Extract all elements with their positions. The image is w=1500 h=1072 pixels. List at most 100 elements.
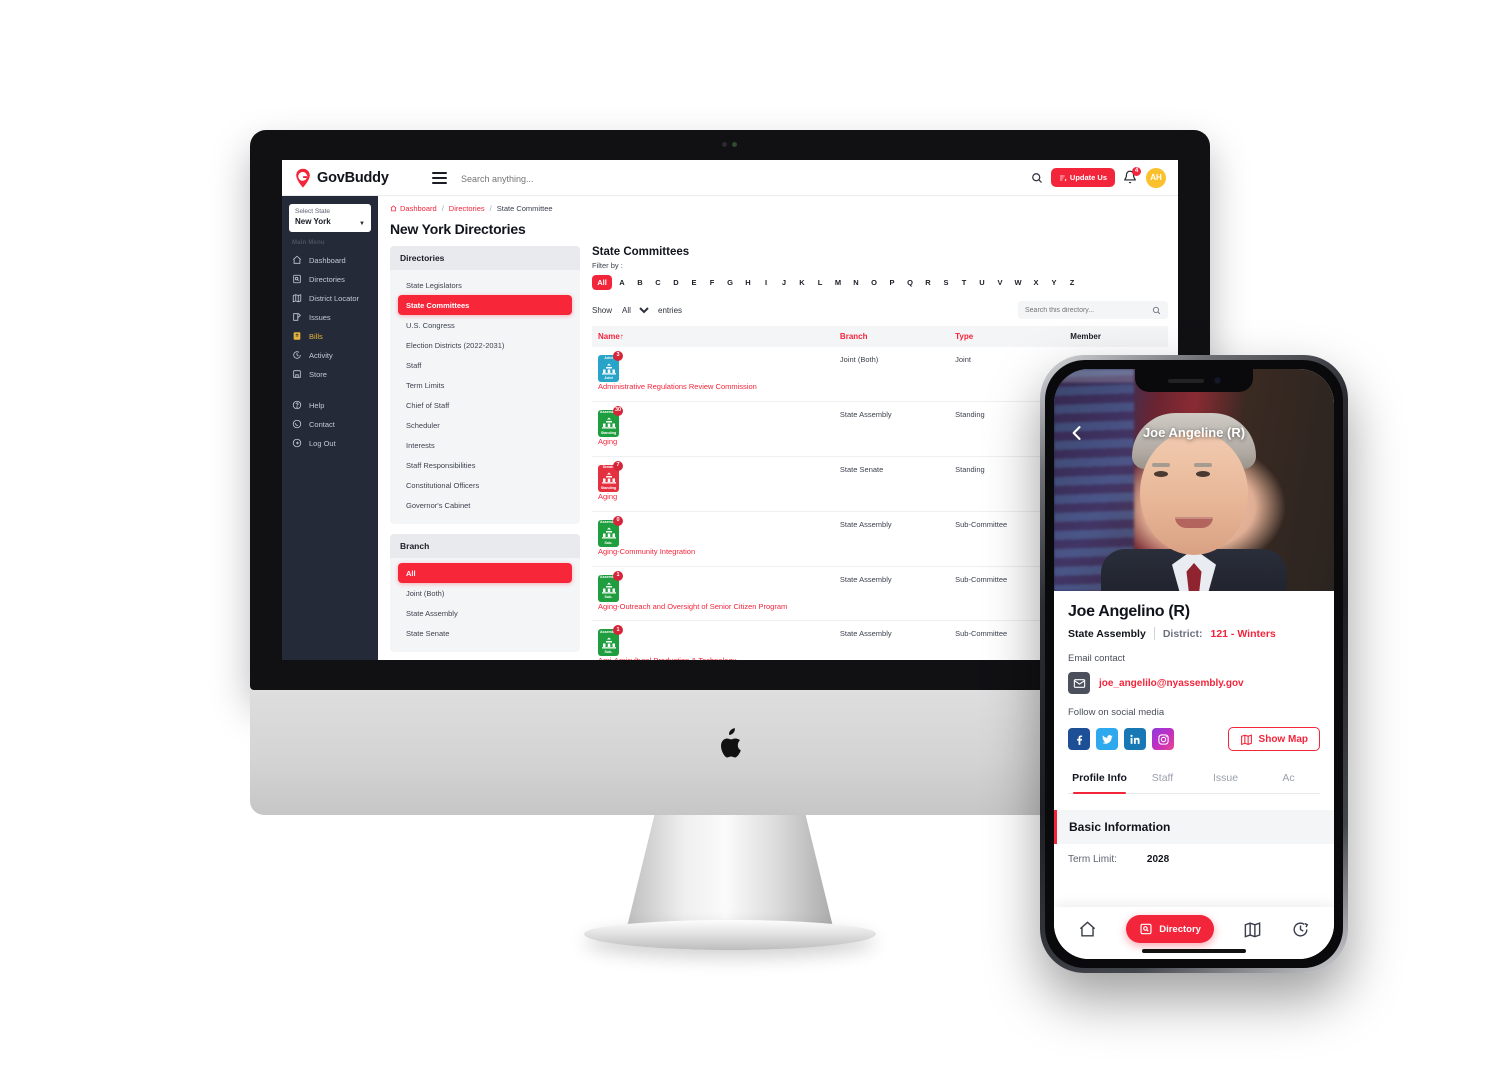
breadcrumb-directories[interactable]: Directories: [449, 204, 485, 213]
directory-option-scheduler[interactable]: Scheduler: [398, 415, 572, 435]
sidebar-item-log-out[interactable]: Log Out: [282, 434, 378, 453]
breadcrumb-dashboard[interactable]: Dashboard: [390, 204, 437, 213]
committee-name-link[interactable]: Administrative Regulations Review Commis…: [598, 382, 757, 391]
alpha-filter-a[interactable]: A: [614, 275, 630, 290]
filter-by-label: Filter by :: [592, 261, 623, 270]
show-entries-control: Show All 10 25 50 100 entrie: [592, 304, 682, 316]
alpha-filter-f[interactable]: F: [704, 275, 720, 290]
column-header-type[interactable]: Type: [949, 326, 1065, 347]
sidebar-item-dashboard[interactable]: Dashboard: [282, 251, 378, 270]
profile-tabs: Profile Info Staff Issue Ac: [1068, 765, 1320, 794]
alpha-filter-j[interactable]: J: [776, 275, 792, 290]
tab-activity[interactable]: Ac: [1257, 765, 1320, 793]
committee-name-link[interactable]: Aging: [598, 437, 617, 446]
tabbar-map-icon[interactable]: [1243, 920, 1262, 939]
branch-option-state-senate[interactable]: State Senate: [398, 623, 572, 643]
global-search[interactable]: [461, 169, 1031, 187]
alpha-filter-l[interactable]: L: [812, 275, 828, 290]
committee-name-link[interactable]: Aging: [598, 492, 617, 501]
avatar[interactable]: AH: [1146, 167, 1166, 188]
state-select-dropdown[interactable]: Select State New York ▼: [289, 204, 371, 232]
instagram-icon[interactable]: [1152, 728, 1174, 750]
directory-option-constitutional-officers[interactable]: Constitutional Officers: [398, 475, 572, 495]
iphone-inner-bezel: Joe Angeline (R) Joe Angelino (R) State …: [1045, 360, 1343, 968]
sidebar-item-district-locator[interactable]: District Locator: [282, 289, 378, 308]
alpha-filter-d[interactable]: D: [668, 275, 684, 290]
column-header-member[interactable]: Member: [1064, 326, 1168, 347]
sidebar-item-bills[interactable]: Bills: [282, 327, 378, 346]
alpha-filter-t[interactable]: T: [956, 275, 972, 290]
brand-logo[interactable]: GovBuddy: [294, 168, 426, 188]
directory-option-us-congress[interactable]: U.S. Congress: [398, 315, 572, 335]
alpha-filter-y[interactable]: Y: [1046, 275, 1062, 290]
alpha-filter-x[interactable]: X: [1028, 275, 1044, 290]
branch-option-state-assembly[interactable]: State Assembly: [398, 603, 572, 623]
alpha-filter-o[interactable]: O: [866, 275, 882, 290]
search-input[interactable]: [461, 173, 1031, 184]
committee-name-link[interactable]: Aging-Community Integration: [598, 547, 695, 556]
alpha-filter-m[interactable]: M: [830, 275, 846, 290]
alpha-filter-g[interactable]: G: [722, 275, 738, 290]
alpha-filter-w[interactable]: W: [1010, 275, 1026, 290]
alpha-filter-all[interactable]: All: [592, 275, 612, 290]
alpha-filter-c[interactable]: C: [650, 275, 666, 290]
search-icon[interactable]: [1031, 172, 1043, 184]
committee-name-link[interactable]: Agri-Agricultural Production & Technolog…: [598, 656, 736, 660]
alpha-filter-r[interactable]: R: [920, 275, 936, 290]
directory-search-input[interactable]: [1025, 306, 1148, 314]
directory-option-staff[interactable]: Staff: [398, 355, 572, 375]
sidebar-item-directories[interactable]: Directories: [282, 270, 378, 289]
alpha-filter-q[interactable]: Q: [902, 275, 918, 290]
notifications-bell-icon[interactable]: 4: [1123, 166, 1141, 186]
alpha-filter-b[interactable]: B: [632, 275, 648, 290]
capitol-glyph-icon: [601, 417, 616, 429]
branch-option-all[interactable]: All: [398, 563, 572, 583]
alpha-filter-k[interactable]: K: [794, 275, 810, 290]
sidebar-item-help[interactable]: Help: [282, 396, 378, 415]
directory-option-staff-responsibilities[interactable]: Staff Responsibilities: [398, 455, 572, 475]
column-header-name[interactable]: Name↑: [592, 326, 834, 347]
alpha-filter-z[interactable]: Z: [1064, 275, 1080, 290]
directory-option-governors-cabinet[interactable]: Governor's Cabinet: [398, 495, 572, 515]
directory-option-chief-of-staff[interactable]: Chief of Staff: [398, 395, 572, 415]
committee-name-link[interactable]: Aging-Outreach and Oversight of Senior C…: [598, 602, 787, 611]
directory-search[interactable]: [1018, 301, 1168, 319]
tabbar-home-icon[interactable]: [1078, 920, 1097, 939]
email-address[interactable]: joe_angelilo@nyassembly.gov: [1099, 678, 1244, 689]
tab-staff[interactable]: Staff: [1131, 765, 1194, 793]
tabbar-activity-icon[interactable]: [1291, 920, 1310, 939]
hamburger-menu-icon[interactable]: [432, 171, 447, 184]
store-icon: [292, 369, 302, 379]
tabbar-directory-button[interactable]: Directory: [1126, 915, 1214, 943]
update-us-button[interactable]: Update Us: [1050, 168, 1115, 187]
sidebar-item-contact[interactable]: Contact: [282, 415, 378, 434]
show-map-button[interactable]: Show Map: [1227, 727, 1320, 751]
directory-option-interests[interactable]: Interests: [398, 435, 572, 455]
front-camera-icon: [1213, 377, 1221, 384]
sidebar-item-issues[interactable]: Issues: [282, 308, 378, 327]
alpha-filter-h[interactable]: H: [740, 275, 756, 290]
tab-issue[interactable]: Issue: [1194, 765, 1257, 793]
alpha-filter-u[interactable]: U: [974, 275, 990, 290]
directory-option-term-limits[interactable]: Term Limits: [398, 375, 572, 395]
search-icon[interactable]: [1152, 306, 1161, 315]
column-header-branch[interactable]: Branch: [833, 326, 950, 347]
sidebar-item-activity[interactable]: Activity: [282, 346, 378, 365]
linkedin-icon[interactable]: [1124, 728, 1146, 750]
entries-per-page-select[interactable]: All 10 25 50 100: [618, 304, 653, 316]
email-row[interactable]: joe_angelilo@nyassembly.gov: [1068, 672, 1320, 694]
alpha-filter-n[interactable]: N: [848, 275, 864, 290]
alpha-filter-v[interactable]: V: [992, 275, 1008, 290]
alpha-filter-i[interactable]: I: [758, 275, 774, 290]
directory-option-state-committees[interactable]: State Committees: [398, 295, 572, 315]
twitter-icon[interactable]: [1096, 728, 1118, 750]
facebook-icon[interactable]: [1068, 728, 1090, 750]
branch-option-joint[interactable]: Joint (Both): [398, 583, 572, 603]
sidebar-item-store[interactable]: Store: [282, 365, 378, 384]
directory-option-state-legislators[interactable]: State Legislators: [398, 275, 572, 295]
directory-option-election-districts[interactable]: Election Districts (2022-2031): [398, 335, 572, 355]
tab-profile-info[interactable]: Profile Info: [1068, 765, 1131, 794]
alpha-filter-e[interactable]: E: [686, 275, 702, 290]
alpha-filter-p[interactable]: P: [884, 275, 900, 290]
alpha-filter-s[interactable]: S: [938, 275, 954, 290]
